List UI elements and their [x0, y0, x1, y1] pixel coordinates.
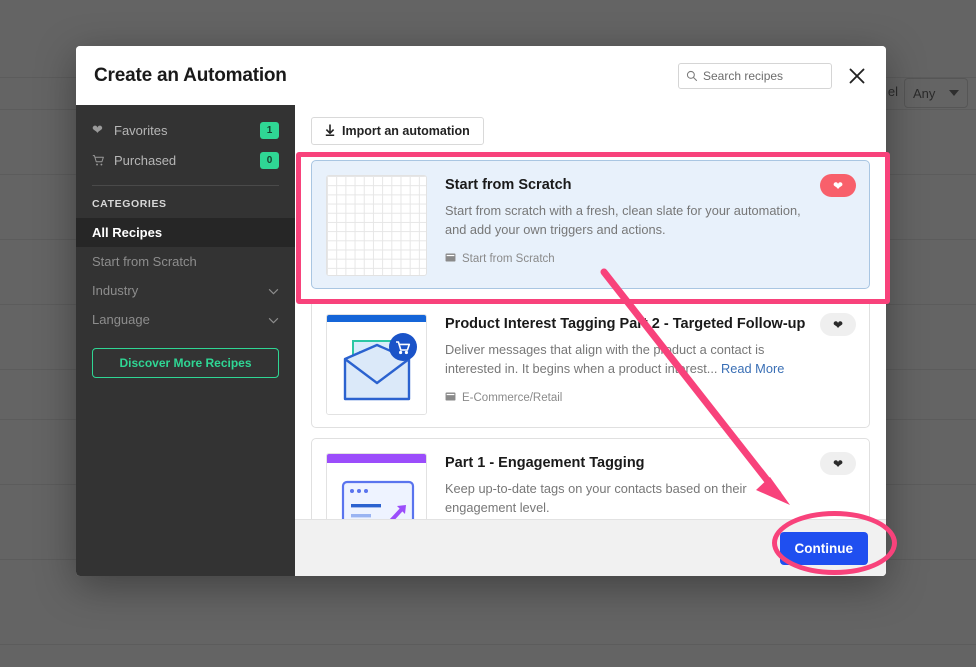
- category-icon: [445, 252, 456, 266]
- favorite-toggle-button[interactable]: ❤: [820, 313, 856, 336]
- modal-header: Create an Automation Search recipes: [76, 46, 886, 105]
- purchased-count-badge: 0: [260, 151, 279, 169]
- discover-more-recipes-label: Discover More Recipes: [119, 356, 252, 370]
- category-icon: [445, 391, 456, 405]
- sidebar-item-language[interactable]: Language: [76, 305, 295, 334]
- recipe-title: Part 1 - Engagement Tagging: [445, 455, 645, 471]
- import-automation-button[interactable]: Import an automation: [311, 117, 484, 145]
- sidebar-item-label: Language: [92, 312, 150, 327]
- chevron-down-icon: [268, 312, 279, 327]
- favorite-toggle-button[interactable]: ❤: [820, 174, 856, 197]
- sidebar-divider: [92, 185, 279, 186]
- recipe-tag: Start from Scratch: [445, 252, 807, 266]
- blank-grid-thumbnail: [326, 175, 427, 276]
- recipe-description: Deliver messages that align with the pro…: [445, 341, 807, 378]
- recipe-content-column: Import an automation Start from Scratch …: [295, 105, 886, 576]
- recipe-card-product-interest-tagging-part-2[interactable]: Product Interest Tagging Part 2 - Target…: [311, 299, 870, 428]
- recipe-card-start-from-scratch[interactable]: Start from Scratch Start from scratch wi…: [311, 160, 870, 289]
- recipe-card-body: Part 1 - Engagement Tagging Keep up-to-d…: [445, 453, 853, 519]
- recipe-scroll-area[interactable]: Import an automation Start from Scratch …: [295, 105, 886, 519]
- recipe-tag-label: Start from Scratch: [462, 253, 555, 266]
- recipe-description: Keep up-to-date tags on your contacts ba…: [445, 481, 747, 515]
- recipe-card-list: Start from Scratch Start from scratch wi…: [311, 160, 870, 519]
- heart-icon: ❤: [832, 178, 844, 193]
- browser-chart-icon: [327, 454, 426, 519]
- search-icon: [686, 70, 698, 81]
- create-automation-modal: Create an Automation Search recipes ❤ Fa…: [76, 46, 886, 576]
- heart-icon: ❤: [832, 456, 844, 471]
- continue-button[interactable]: Continue: [779, 531, 868, 565]
- modal-body: ❤ Favorites 1 Purchased 0 CATEGORIES All…: [76, 105, 886, 576]
- page-title: Create an Automation: [94, 64, 287, 86]
- import-automation-label: Import an automation: [342, 124, 470, 138]
- search-input[interactable]: Search recipes: [678, 62, 832, 89]
- close-button[interactable]: [846, 65, 868, 87]
- sidebar-item-start-from-scratch[interactable]: Start from Scratch: [76, 247, 295, 276]
- recipe-title: Product Interest Tagging Part 2 - Target…: [445, 316, 806, 332]
- heart-icon: ❤: [92, 122, 103, 137]
- sidebar-item-industry[interactable]: Industry: [76, 276, 295, 305]
- search-placeholder: Search recipes: [703, 68, 784, 83]
- recipe-description-text: Deliver messages that align with the pro…: [445, 342, 765, 376]
- browser-chart-thumbnail: [326, 453, 427, 519]
- sidebar-item-favorites[interactable]: ❤ Favorites 1: [76, 115, 295, 145]
- recipe-sidebar: ❤ Favorites 1 Purchased 0 CATEGORIES All…: [76, 105, 295, 576]
- download-icon: [325, 124, 335, 139]
- envelope-cart-thumbnail: [326, 314, 427, 415]
- favorite-toggle-button[interactable]: ❤: [820, 452, 856, 475]
- chevron-down-icon: [268, 283, 279, 298]
- sidebar-item-all-recipes[interactable]: All Recipes: [76, 218, 295, 247]
- heart-icon: ❤: [832, 317, 844, 332]
- recipe-card-part-1-engagement-tagging[interactable]: Part 1 - Engagement Tagging Keep up-to-d…: [311, 438, 870, 519]
- sidebar-item-purchased[interactable]: Purchased 0: [76, 145, 295, 175]
- recipe-tag-label: E-Commerce/Retail: [462, 392, 563, 405]
- sidebar-item-label: All Recipes: [92, 225, 163, 240]
- sidebar-categories-heading: CATEGORIES: [92, 198, 167, 210]
- read-more-link[interactable]: Read More: [721, 361, 784, 376]
- sidebar-item-label: Purchased: [114, 152, 177, 168]
- modal-header-actions: Search recipes: [678, 62, 868, 89]
- recipe-card-body: Start from Scratch Start from scratch wi…: [445, 175, 853, 276]
- favorites-count-badge: 1: [260, 121, 279, 139]
- recipe-card-body: Product Interest Tagging Part 2 - Target…: [445, 314, 853, 415]
- envelope-cart-icon: [327, 315, 426, 414]
- discover-more-recipes-button[interactable]: Discover More Recipes: [92, 348, 279, 378]
- grid-pattern-icon: [327, 176, 426, 275]
- recipe-description: Start from scratch with a fresh, clean s…: [445, 203, 801, 237]
- close-icon: [849, 68, 865, 83]
- sidebar-item-label: Start from Scratch: [92, 254, 197, 269]
- cart-icon: [92, 154, 112, 167]
- modal-footer: Continue: [295, 519, 886, 576]
- recipe-title: Start from Scratch: [445, 177, 572, 193]
- recipe-tag: E-Commerce/Retail: [445, 391, 807, 405]
- sidebar-item-label: Favorites: [114, 122, 168, 138]
- sidebar-item-label: Industry: [92, 283, 139, 298]
